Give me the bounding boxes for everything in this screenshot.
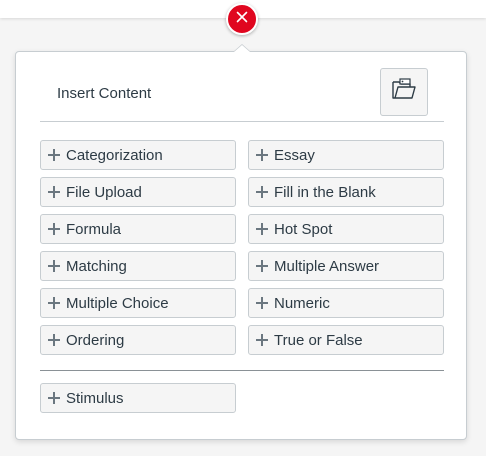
insert-content-panel: Insert Content Categorization Essay File… [15,51,467,440]
option-categorization[interactable]: Categorization [40,140,236,170]
panel-title: Insert Content [57,85,152,102]
plus-icon [256,223,268,235]
header-divider [40,121,444,122]
option-fill-in-the-blank[interactable]: Fill in the Blank [248,177,444,207]
plus-icon [48,297,60,309]
option-label: Categorization [66,146,163,164]
option-label: Matching [66,257,127,275]
option-multiple-answer[interactable]: Multiple Answer [248,251,444,281]
plus-icon [48,223,60,235]
option-label: Essay [274,146,315,164]
option-multiple-choice[interactable]: Multiple Choice [40,288,236,318]
option-label: Multiple Answer [274,257,380,275]
option-label: Multiple Choice [66,294,169,312]
plus-icon [256,334,268,346]
close-icon [236,10,248,28]
option-label: Stimulus [66,389,124,407]
option-label: True or False [274,331,363,349]
plus-icon [48,149,60,161]
question-bank-button[interactable] [380,68,428,116]
option-label: Fill in the Blank [274,183,376,201]
option-matching[interactable]: Matching [40,251,236,281]
option-file-upload[interactable]: File Upload [40,177,236,207]
option-label: Ordering [66,331,125,349]
section-divider [40,370,444,371]
plus-icon [48,186,60,198]
popover-caret-fill [234,45,250,52]
option-label: Numeric [274,294,330,312]
option-label: File Upload [66,183,142,201]
close-button[interactable] [226,3,258,35]
option-label: Hot Spot [274,220,333,238]
plus-icon [256,297,268,309]
option-true-or-false[interactable]: True or False [248,325,444,355]
plus-icon [256,260,268,272]
option-essay[interactable]: Essay [248,140,444,170]
folder-open-icon [391,77,417,107]
plus-icon [48,260,60,272]
plus-icon [48,392,60,404]
plus-icon [256,149,268,161]
option-numeric[interactable]: Numeric [248,288,444,318]
option-ordering[interactable]: Ordering [40,325,236,355]
plus-icon [48,334,60,346]
option-hot-spot[interactable]: Hot Spot [248,214,444,244]
option-stimulus[interactable]: Stimulus [40,383,236,413]
option-label: Formula [66,220,122,238]
option-formula[interactable]: Formula [40,214,236,244]
plus-icon [256,186,268,198]
